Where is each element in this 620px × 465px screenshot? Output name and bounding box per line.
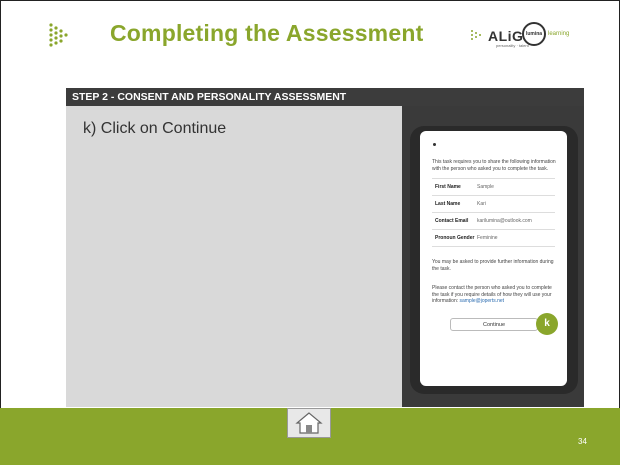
info-value: Feminine (477, 235, 498, 241)
consent-intro-text: This task requires you to share the foll… (432, 159, 556, 172)
table-row: Pronoun Gender Feminine (432, 230, 555, 247)
lumina-logo-text: learning (548, 31, 570, 37)
info-value: Kari (477, 201, 486, 207)
step-k-marker: k (536, 313, 558, 335)
info-table: First Name Sample Last Name Kari Contact… (432, 178, 555, 247)
contact-link[interactable]: sample@joperts.net (460, 298, 505, 304)
table-row: Last Name Kari (432, 196, 555, 213)
info-key: Last Name (435, 201, 461, 207)
align-arrow-icon (49, 23, 68, 47)
info-value: Sample (477, 184, 494, 190)
further-info-text: You may be asked to provide further info… (432, 259, 554, 272)
phone-screenshot: This task requires you to share the foll… (402, 106, 584, 407)
align-logo-icon (471, 30, 481, 40)
step-heading: STEP 2 - CONSENT AND PERSONALITY ASSESSM… (66, 88, 584, 106)
contact-text: Please contact the person who asked you … (432, 285, 557, 305)
page-number: 34 (578, 437, 587, 446)
info-key: First Name (435, 184, 461, 190)
info-value: karilumina@outlook.com (477, 218, 532, 224)
info-key: Contact Email (435, 218, 469, 224)
lumina-logo-mark-text: lumina (525, 31, 543, 37)
home-button[interactable] (287, 408, 331, 438)
lumina-logo: lumina learning (522, 20, 592, 48)
content-panel (66, 106, 402, 407)
home-icon (295, 412, 323, 434)
table-row: Contact Email karilumina@outlook.com (432, 213, 555, 230)
instruction-text: k) Click on Continue (83, 120, 227, 137)
info-key: Pronoun Gender (435, 235, 475, 241)
continue-button[interactable]: Continue (450, 318, 538, 331)
bullet-dot (433, 143, 436, 146)
lumina-logo-mark: lumina (522, 22, 546, 46)
phone-screen: This task requires you to share the foll… (420, 131, 567, 386)
table-row: First Name Sample (432, 179, 555, 196)
page-title: Completing the Assessment (110, 20, 424, 46)
